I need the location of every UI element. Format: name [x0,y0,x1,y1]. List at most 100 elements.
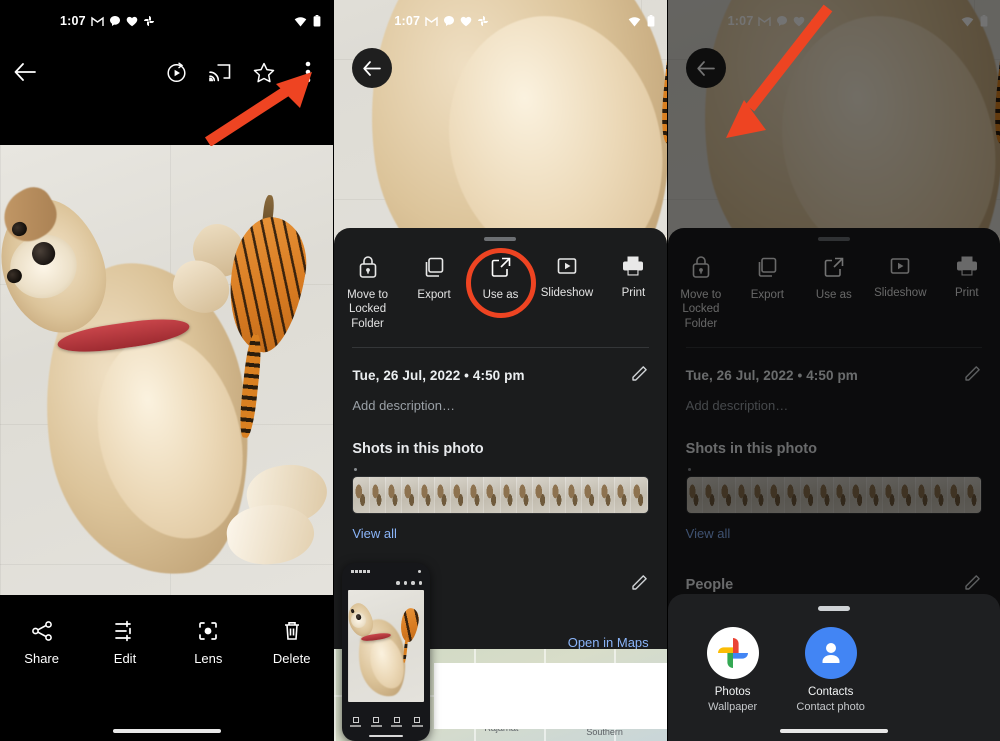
message-icon [443,15,455,27]
star-icon[interactable] [251,59,277,85]
print-icon [621,255,645,277]
photo-toolbar [0,42,333,102]
lens-label: Lens [194,651,223,666]
photos-icon [143,15,155,27]
share-button[interactable]: Share [11,619,73,666]
share-target-sub: Wallpaper [708,701,758,713]
share-icon [30,619,54,643]
status-time: 1:07 [394,14,421,28]
filmstrip-frame [615,477,632,514]
description-placeholder[interactable]: Add description… [352,398,648,413]
sheet-actions-row: Move to Locked Folder Export Use as Slid… [334,241,666,341]
lens-icon [196,619,220,643]
status-time: 1:07 [60,14,86,28]
section-bullet [354,468,358,472]
filmstrip-frame [484,477,501,514]
status-bar-left: 1:07 [60,14,155,28]
mini-toolbar [345,577,427,589]
panel-photo-viewer: 1:07 Share Edit Lens Delete [0,0,334,741]
filmstrip-frame [516,477,534,514]
mini-status-left [351,570,370,573]
battery-icon [647,15,655,27]
filmstrip-frame [582,477,599,514]
mini-home-indicator [369,735,404,737]
photo-date: Tue, 26 Jul, 2022 • 4:50 pm [352,368,525,384]
action-print[interactable]: Print [600,255,666,331]
map-redaction-box [434,663,667,729]
mini-motion-icon [396,581,400,585]
action-slideshow[interactable]: Slideshow [534,255,600,331]
toolbar-actions [163,59,321,85]
mini-status-bar [345,566,427,577]
filmstrip-frame [533,477,550,514]
delete-button[interactable]: Delete [261,619,323,666]
filmstrip-frame [369,477,387,514]
filmstrip-frame [566,477,583,514]
use-as-share-sheet: Photos Wallpaper Contacts Contact photo [667,594,1000,741]
action-label: Slideshow [540,287,594,299]
status-bar-left: 1:07 [394,14,489,28]
lens-button[interactable]: Lens [177,619,239,666]
lock-icon [357,255,379,279]
edit-button[interactable]: Edit [94,619,156,666]
edit-date-pencil-icon[interactable] [631,364,649,387]
filmstrip-frame [598,477,616,514]
section-title: Shots in this photo [352,441,484,458]
mini-more-icon [418,581,423,585]
action-label: Export [417,289,451,301]
home-indicator [112,729,221,733]
edit-people-pencil-icon[interactable] [631,573,649,596]
battery-icon [313,15,321,27]
action-label: Move to Locked Folder [347,289,389,330]
share-target-name: Contacts [807,686,854,698]
gmail-icon [425,16,438,27]
cast-icon[interactable] [207,59,233,85]
heart-icon [126,16,138,27]
edit-label: Edit [113,651,137,666]
use-as-icon [489,255,513,279]
shots-filmstrip[interactable] [352,476,649,515]
message-icon [109,15,121,27]
motion-photo-icon[interactable] [163,59,189,85]
filmstrip-frame [418,477,436,514]
three-panel-screenshot: 1:07 Share Edit Lens Delete 1:07 Move to… [0,0,1000,741]
google-photos-icon [706,627,759,679]
status-bar: 1:07 [0,0,333,42]
export-icon [422,255,446,279]
share-target-name: Photos [714,686,751,698]
view-all-link[interactable]: View all [352,526,397,541]
share-sheet-apps: Photos Wallpaper Contacts Contact photo [668,611,1000,713]
filmstrip-frame [631,477,648,514]
photo-golden-retriever-with-tiger-toy[interactable] [0,145,334,595]
mini-phone-mockup [342,563,431,741]
contacts-icon [804,627,857,679]
dog-subject [0,145,333,595]
delete-label: Delete [272,651,311,666]
panel-info-sheet-use-as: 1:07 Move to Locked Folder Export Use as… [333,0,667,741]
filmstrip-frame [402,477,419,514]
mini-cast-icon [403,581,408,585]
photo-bottom-bar: Share Edit Lens Delete [0,595,334,741]
action-export[interactable]: Export [401,255,467,331]
shots-in-this-photo-section: Shots in this photo View all [334,441,666,543]
status-bar: 1:07 [334,0,666,42]
status-bar-right [628,15,655,27]
action-label: Print [621,287,646,299]
filmstrip-frame [353,477,370,514]
share-target-photos-wallpaper[interactable]: Photos Wallpaper [692,627,774,713]
wifi-icon [628,16,641,27]
back-button[interactable] [12,59,38,85]
filmstrip-frame [467,477,485,514]
more-options-icon[interactable] [295,59,321,85]
panel-share-sheet-wallpaper: 1:07 Move to Locked Folder [666,0,1000,741]
gmail-icon [91,16,104,27]
slideshow-icon [556,255,578,277]
action-label: Use as [482,289,519,301]
filmstrip-frame [549,477,566,514]
share-target-contacts-photo[interactable]: Contacts Contact photo [790,627,872,713]
action-use-as[interactable]: Use as [465,248,536,331]
photo-metadata: Tue, 26 Jul, 2022 • 4:50 pm Add descript… [334,348,666,413]
action-move-to-locked-folder[interactable]: Move to Locked Folder [334,255,400,331]
filmstrip-frame [435,477,452,514]
share-target-sub: Contact photo [796,701,865,713]
